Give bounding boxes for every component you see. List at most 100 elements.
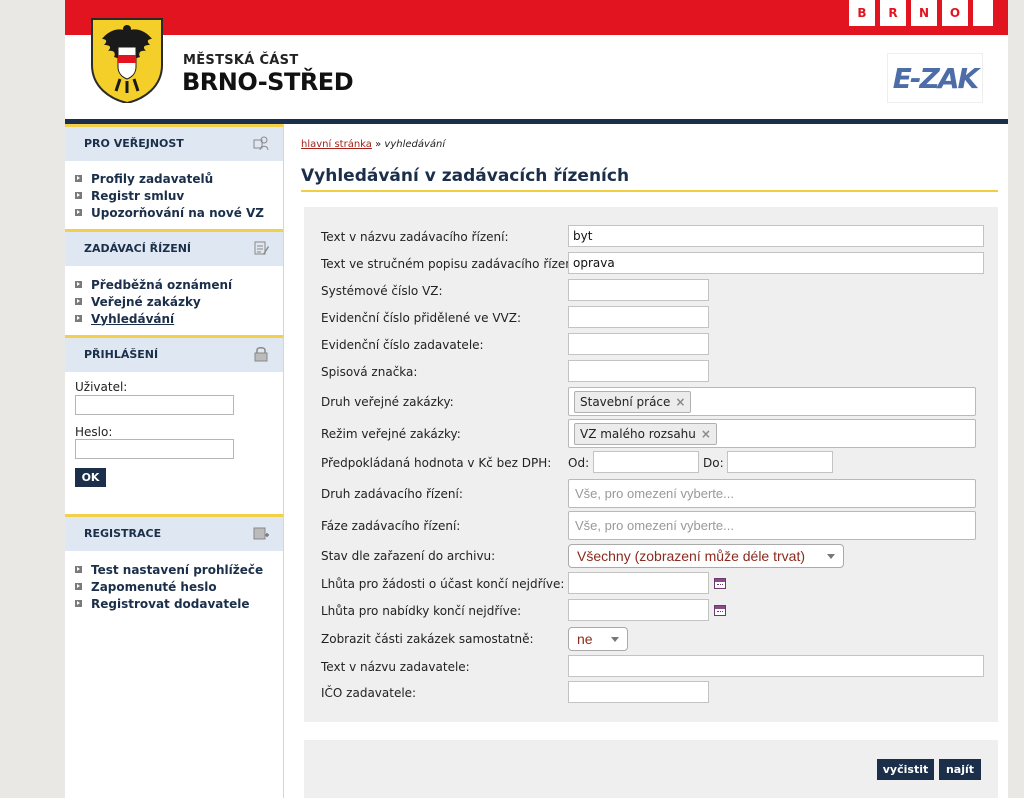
public-menu: Profily zadavatelů Registr smluv Upozorň… — [75, 170, 264, 221]
username-input[interactable] — [75, 395, 234, 415]
chevron-down-icon — [611, 637, 619, 642]
archive-status-select[interactable]: Všechny (zobrazení může déle trvat) — [568, 544, 844, 568]
sidebar-item-prior-notices[interactable]: Předběžná oznámení — [75, 276, 232, 293]
password-input[interactable] — [75, 439, 234, 459]
archive-status-label: Stav dle zařazení do archivu: — [321, 549, 496, 563]
bullet-icon — [75, 298, 82, 305]
clear-button[interactable]: vyčistit — [877, 759, 934, 780]
sidebar: PRO VEŘEJNOST Profily zadavatelů Registr… — [65, 124, 284, 798]
district-name: BRNO-STŘED — [182, 68, 354, 96]
request-deadline-label: Lhůta pro žádosti o účast končí nejdříve… — [321, 577, 565, 591]
parts-separately-label: Zobrazit části zakázek samostatně: — [321, 632, 534, 646]
remove-tag-icon[interactable]: × — [701, 427, 711, 441]
bullet-icon — [75, 600, 82, 607]
bullet-icon — [75, 209, 82, 216]
estimated-value-label: Předpokládaná hodnota v Kč bez DPH: — [321, 456, 552, 470]
bullet-icon — [75, 583, 82, 590]
search-form: Text v názvu zadávacího řízení: byt Text… — [304, 207, 998, 722]
sidebar-item-register-supplier[interactable]: Registrovat dodavatele — [75, 595, 263, 612]
offer-deadline-input[interactable] — [568, 599, 709, 621]
procurement-menu: Předběžná oznámení Veřejné zakázky Vyhle… — [75, 276, 232, 327]
brno-logo-end — [973, 0, 993, 26]
contract-type-multiselect[interactable]: Stavební práce × — [568, 387, 976, 416]
vvz-number-input[interactable] — [568, 306, 709, 328]
bullet-icon — [75, 192, 82, 199]
sidebar-item-notifications[interactable]: Upozorňování na nové VZ — [75, 204, 264, 221]
brno-logo: B R N O — [849, 0, 993, 26]
remove-tag-icon[interactable]: × — [675, 395, 685, 409]
page-title: Vyhledávání v zadávacích řízeních — [301, 166, 630, 186]
section-header-public: PRO VEŘEJNOST — [65, 124, 283, 161]
ezak-logo[interactable]: E-ZAK — [887, 53, 983, 103]
sidebar-item-contracts-register[interactable]: Registr smluv — [75, 187, 264, 204]
sidebar-item-forgotten-password[interactable]: Zapomenuté heslo — [75, 578, 263, 595]
district-label: MĚSTSKÁ ČÁST — [183, 52, 299, 69]
login-ok-button[interactable]: OK — [75, 468, 106, 487]
section-header-registration: REGISTRACE — [65, 514, 283, 551]
form-buttons: vyčistit najít — [304, 740, 998, 798]
contractor-name-label: Text v názvu zadavatele: — [321, 660, 470, 674]
section-title: REGISTRACE — [84, 527, 162, 540]
system-number-input[interactable] — [568, 279, 709, 301]
system-number-label: Systémové číslo VZ: — [321, 284, 443, 298]
section-title: PRO VEŘEJNOST — [84, 137, 184, 150]
section-header-procurement: ZADÁVACÍ ŘÍZENÍ — [65, 229, 283, 266]
name-input[interactable]: byt — [568, 225, 984, 247]
bullet-icon — [75, 566, 82, 573]
procedure-type-label: Druh zadávacího řízení: — [321, 487, 463, 501]
calendar-icon[interactable] — [714, 578, 726, 589]
top-bar: B R N O — [65, 0, 1008, 35]
page: B R N O MĚSTSKÁ ČÁST BRNO-STŘED E-ZAK PR… — [65, 0, 1008, 798]
ico-input[interactable] — [568, 681, 709, 703]
description-input[interactable]: oprava — [568, 252, 984, 274]
value-to-input[interactable] — [727, 451, 833, 473]
brno-letter: N — [911, 0, 937, 26]
procedure-phase-multiselect[interactable]: Vše, pro omezení vyberte... — [568, 511, 976, 540]
search-button[interactable]: najít — [939, 759, 981, 780]
coat-of-arms-icon[interactable] — [90, 17, 164, 103]
request-deadline-input[interactable] — [568, 572, 709, 594]
bullet-icon — [75, 175, 82, 182]
breadcrumb: hlavní stránka » vyhledávání — [301, 139, 445, 150]
chevron-down-icon — [827, 554, 835, 559]
calendar-icon[interactable] — [714, 605, 726, 616]
value-from-label: Od: — [568, 456, 590, 470]
value-to-label: Do: — [703, 456, 724, 470]
brno-letter: R — [880, 0, 906, 26]
section-header-login: PŘIHLÁŠENÍ — [65, 335, 283, 372]
description-label: Text ve stručném popisu zadávacího řízen… — [321, 257, 581, 271]
contract-mode-multiselect[interactable]: VZ malého rozsahu × — [568, 419, 976, 448]
bullet-icon — [75, 315, 82, 322]
password-label: Heslo: — [75, 425, 113, 439]
contract-type-tag: Stavební práce × — [574, 391, 692, 413]
file-mark-label: Spisová značka: — [321, 365, 418, 379]
procedure-type-multiselect[interactable]: Vše, pro omezení vyberte... — [568, 479, 976, 508]
bullet-icon — [75, 281, 82, 288]
value-from-input[interactable] — [593, 451, 699, 473]
sidebar-item-public-contracts[interactable]: Veřejné zakázky — [75, 293, 232, 310]
sidebar-item-profiles[interactable]: Profily zadavatelů — [75, 170, 264, 187]
contract-mode-label: Režim veřejné zakázky: — [321, 427, 461, 441]
section-title: PŘIHLÁŠENÍ — [84, 348, 159, 361]
contract-mode-tag: VZ malého rozsahu × — [574, 423, 717, 445]
brno-letter: O — [942, 0, 968, 26]
register-icon — [253, 527, 269, 540]
file-mark-input[interactable] — [568, 360, 709, 382]
offer-deadline-label: Lhůta pro nabídky končí nejdříve: — [321, 604, 522, 618]
breadcrumb-separator: » — [375, 139, 382, 150]
sidebar-item-search[interactable]: Vyhledávání — [75, 310, 232, 327]
vvz-number-label: Evidenční číslo přidělené ve VVZ: — [321, 311, 522, 325]
sidebar-item-browser-test[interactable]: Test nastavení prohlížeče — [75, 561, 263, 578]
name-label: Text v názvu zadávacího řízení: — [321, 230, 509, 244]
lock-icon — [254, 347, 268, 362]
registration-menu: Test nastavení prohlížeče Zapomenuté hes… — [75, 561, 263, 612]
procedure-phase-label: Fáze zadávacího řízení: — [321, 519, 461, 533]
main-content: hlavní stránka » vyhledávání Vyhledávání… — [301, 124, 998, 798]
contractor-name-input[interactable] — [568, 655, 984, 677]
parts-separately-select[interactable]: ne — [568, 627, 628, 651]
people-icon — [253, 136, 269, 151]
contract-type-label: Druh veřejné zakázky: — [321, 395, 454, 409]
contracting-number-label: Evidenční číslo zadavatele: — [321, 338, 484, 352]
contracting-number-input[interactable] — [568, 333, 709, 355]
breadcrumb-home-link[interactable]: hlavní stránka — [301, 139, 372, 150]
